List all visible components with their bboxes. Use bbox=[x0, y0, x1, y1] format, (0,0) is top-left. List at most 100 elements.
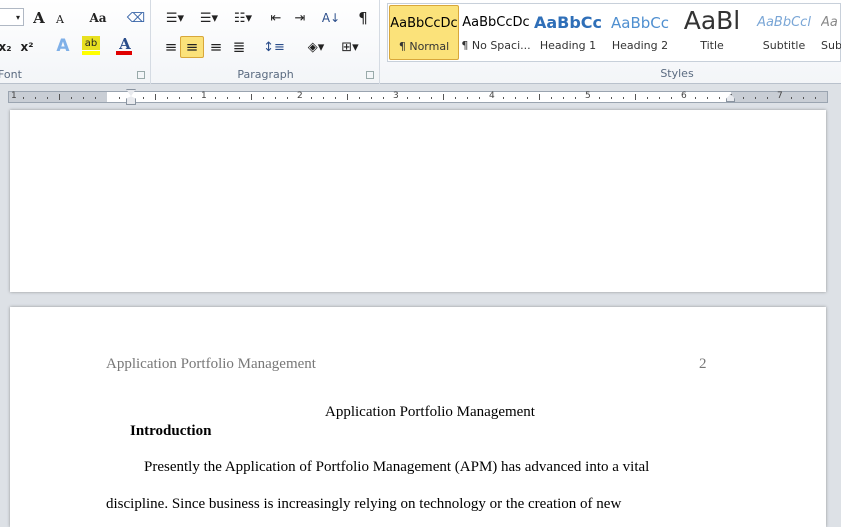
ruler-tick bbox=[743, 97, 744, 99]
ruler-tick bbox=[791, 97, 792, 99]
highlight-color-bar bbox=[82, 51, 100, 55]
ruler-tick bbox=[551, 97, 552, 99]
multilevel-list-button[interactable]: ☷▾ bbox=[228, 8, 258, 28]
ribbon: ▾ A A Aa ⌫ x₂ x² A ab A Font ☰▾ ☰▾ ☷▾ ⇤ … bbox=[0, 0, 841, 84]
ruler-number: 5 bbox=[585, 91, 591, 101]
ruler-tick bbox=[635, 94, 636, 100]
style-name: Sub bbox=[821, 39, 841, 52]
ruler-tick bbox=[479, 97, 480, 99]
style-subtitle[interactable]: AaBbCcl Subtitle bbox=[749, 5, 819, 60]
header-title: Application Portfolio Management bbox=[106, 356, 316, 372]
font-group: ▾ A A Aa ⌫ x₂ x² A ab A Font bbox=[0, 0, 151, 84]
ruler-tick bbox=[803, 97, 804, 99]
borders-icon[interactable]: ⊞▾ bbox=[336, 36, 364, 58]
ruler-tick bbox=[647, 97, 648, 99]
ruler-tick bbox=[443, 94, 444, 100]
show-marks-button[interactable]: ¶ bbox=[354, 8, 372, 28]
ruler-tick bbox=[383, 97, 384, 99]
ruler-tick bbox=[215, 97, 216, 99]
page-2: Application Portfolio Management 2 Appli… bbox=[10, 307, 826, 527]
ruler-tick bbox=[527, 97, 528, 99]
document-title[interactable]: Application Portfolio Management bbox=[10, 404, 841, 421]
style-no-spacing[interactable]: AaBbCcDc ¶ No Spaci... bbox=[461, 5, 531, 60]
font-group-label: Font bbox=[0, 68, 22, 81]
ruler-tick bbox=[287, 97, 288, 99]
ruler-tick bbox=[575, 97, 576, 99]
align-center-icon[interactable]: ≡ bbox=[180, 36, 204, 58]
text-effects-button[interactable]: A bbox=[52, 36, 74, 56]
increase-indent-button[interactable]: ⇥ bbox=[290, 8, 310, 28]
style-name: Heading 2 bbox=[611, 39, 669, 52]
ruler-tick bbox=[143, 97, 144, 99]
style-preview: AaBbCcl bbox=[757, 15, 811, 30]
ruler-tick bbox=[671, 97, 672, 99]
font-color-button[interactable]: A bbox=[116, 35, 134, 53]
style-name: Subtitle bbox=[762, 39, 806, 52]
numbering-button[interactable]: ☰▾ bbox=[194, 8, 224, 28]
ruler-tick bbox=[695, 97, 696, 99]
ruler-tick bbox=[95, 97, 96, 99]
ruler-tick bbox=[623, 97, 624, 99]
sort-button[interactable]: A↓ bbox=[320, 8, 342, 28]
clear-formatting-icon[interactable]: ⌫ bbox=[126, 8, 146, 28]
horizontal-ruler[interactable]: 1 1 2 3 4 5 6 7 bbox=[8, 89, 828, 105]
paragraph-group-label: Paragraph bbox=[237, 68, 294, 81]
style-preview: AaBbCc bbox=[611, 14, 669, 32]
ruler-tick bbox=[815, 97, 816, 99]
ruler-tick bbox=[323, 97, 324, 99]
body-line[interactable]: discipline. Since business is increasing… bbox=[106, 496, 621, 513]
ruler-number: 3 bbox=[393, 91, 399, 101]
subscript-button[interactable]: x₂ bbox=[0, 38, 12, 56]
ruler-tick bbox=[23, 97, 24, 99]
style-subtle[interactable]: Aa Sub bbox=[821, 5, 841, 60]
font-dialog-launcher[interactable] bbox=[137, 71, 145, 79]
ruler-tick bbox=[35, 97, 36, 99]
body-line[interactable]: Presently the Application of Portfolio M… bbox=[144, 459, 649, 476]
style-preview: AaBbCcDc bbox=[462, 15, 530, 30]
paragraph-dialog-launcher[interactable] bbox=[366, 71, 374, 79]
style-preview: AaBbCc bbox=[533, 13, 603, 32]
ruler-tick bbox=[599, 97, 600, 99]
ruler-tick bbox=[455, 97, 456, 99]
style-name: ¶ Normal bbox=[398, 40, 450, 53]
superscript-button[interactable]: x² bbox=[18, 38, 36, 56]
line-spacing-icon[interactable]: ↕≡ bbox=[260, 36, 288, 58]
align-left-icon[interactable]: ≡ bbox=[160, 36, 182, 58]
bullets-button[interactable]: ☰▾ bbox=[160, 8, 190, 28]
indent-marker[interactable] bbox=[126, 89, 136, 105]
page-1 bbox=[10, 110, 826, 292]
ruler-tick bbox=[359, 97, 360, 99]
decrease-indent-button[interactable]: ⇤ bbox=[266, 8, 286, 28]
style-name: Title bbox=[700, 39, 724, 52]
ruler-tick bbox=[419, 97, 420, 99]
change-case-button[interactable]: Aa bbox=[84, 8, 112, 28]
ruler-tick bbox=[167, 97, 168, 99]
shading-icon[interactable]: ◈▾ bbox=[302, 36, 330, 58]
ruler-tick bbox=[239, 97, 240, 99]
justify-icon[interactable]: ≣ bbox=[228, 36, 250, 58]
ruler-tick bbox=[347, 94, 348, 100]
ruler-tick bbox=[275, 97, 276, 99]
grow-font-button[interactable]: A bbox=[30, 8, 48, 28]
style-normal[interactable]: AaBbCcDc ¶ Normal bbox=[389, 5, 459, 60]
style-title[interactable]: AaBl Title bbox=[677, 5, 747, 60]
ruler-tick bbox=[251, 94, 252, 100]
style-name: ¶ No Spaci... bbox=[461, 39, 531, 52]
ruler-tick bbox=[707, 97, 708, 99]
ruler-tick bbox=[83, 97, 84, 99]
style-heading-1[interactable]: AaBbCc Heading 1 bbox=[533, 5, 603, 60]
ruler-tick bbox=[719, 97, 720, 99]
font-size-dropdown[interactable]: ▾ bbox=[0, 8, 24, 26]
style-heading-2[interactable]: AaBbCc Heading 2 bbox=[605, 5, 675, 60]
highlight-button[interactable]: ab bbox=[82, 36, 100, 50]
style-preview: AaBl bbox=[683, 6, 741, 35]
align-right-icon[interactable]: ≡ bbox=[205, 36, 227, 58]
ruler-tick bbox=[407, 97, 408, 99]
ruler-tick bbox=[227, 97, 228, 99]
section-heading[interactable]: Introduction bbox=[130, 423, 211, 440]
shrink-font-button[interactable]: A bbox=[52, 10, 68, 28]
ruler-number: 7 bbox=[777, 91, 783, 101]
ruler-tick bbox=[539, 94, 540, 100]
style-name: Heading 1 bbox=[539, 39, 597, 52]
ruler-tick bbox=[431, 97, 432, 99]
